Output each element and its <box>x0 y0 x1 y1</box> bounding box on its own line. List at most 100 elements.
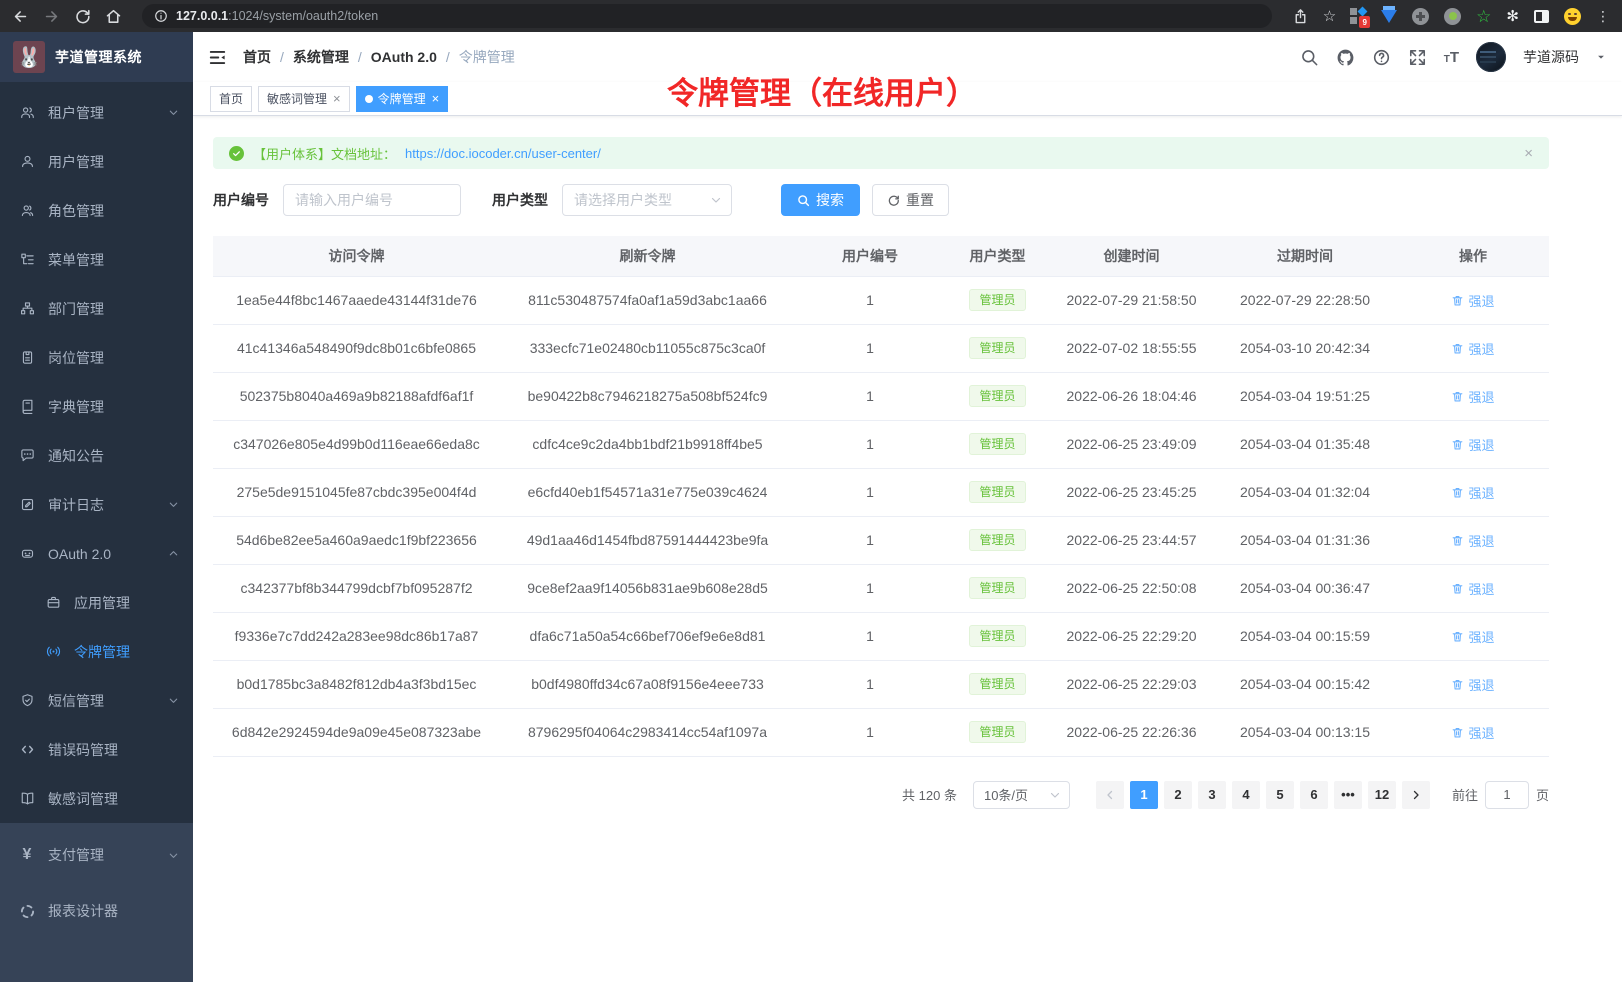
page-size-select[interactable]: 10条/页 <box>973 781 1070 809</box>
user-avatar[interactable] <box>1476 42 1506 72</box>
sidebar-item-user[interactable]: 用户管理 <box>0 137 193 186</box>
doc-link[interactable]: https://doc.iocoder.cn/user-center/ <box>405 146 601 161</box>
tab-close-icon[interactable]: × <box>432 92 440 105</box>
sidebar-item-errcode[interactable]: 错误码管理 <box>0 725 193 774</box>
force-logout-button[interactable]: 强退 <box>1451 579 1494 598</box>
browser-home-icon[interactable] <box>105 8 122 25</box>
help-icon[interactable] <box>1372 48 1391 67</box>
notice-icon <box>19 448 35 463</box>
more-pages-button[interactable]: ••• <box>1334 781 1362 809</box>
page-button-4[interactable]: 4 <box>1232 781 1260 809</box>
profile-avatar-icon[interactable] <box>1564 8 1581 25</box>
cell-actions: 强退 <box>1397 708 1549 756</box>
sidebar-item-menu[interactable]: 菜单管理 <box>0 235 193 284</box>
force-logout-button[interactable]: 强退 <box>1451 627 1494 646</box>
tab-sensitive-word[interactable]: 敏感词管理× <box>258 86 350 112</box>
search-button[interactable]: 搜索 <box>781 184 860 216</box>
alert-close-icon[interactable]: × <box>1524 146 1533 161</box>
page-button-2[interactable]: 2 <box>1164 781 1192 809</box>
chevron-down-icon <box>168 695 179 706</box>
page-button-3[interactable]: 3 <box>1198 781 1226 809</box>
force-logout-button[interactable]: 强退 <box>1451 483 1494 502</box>
breadcrumb-item-1[interactable]: 系统管理 <box>293 47 349 67</box>
user-type-badge: 管理员 <box>969 673 1025 695</box>
cell-actions: 强退 <box>1397 564 1549 612</box>
sidebar-item-oauth-token[interactable]: 令牌管理 <box>0 627 193 676</box>
sidebar-collapse-icon[interactable] <box>208 48 227 67</box>
app-logo[interactable]: 🐰 芋道管理系统 <box>0 32 193 82</box>
user-type-select[interactable]: 请选择用户类型 <box>562 184 732 216</box>
chevron-up-icon <box>168 548 179 559</box>
bookmark-star-icon[interactable]: ☆ <box>1323 9 1336 24</box>
tab-token[interactable]: 令牌管理× <box>356 86 449 112</box>
extension-badge: 9 <box>1359 16 1370 28</box>
rabbit-logo-icon: 🐰 <box>13 41 45 73</box>
force-logout-button[interactable]: 强退 <box>1451 387 1494 406</box>
gem-extension-icon[interactable] <box>1381 10 1397 23</box>
fullscreen-icon[interactable] <box>1408 48 1427 67</box>
search-form: 用户编号 用户类型 请选择用户类型 搜索 重置 <box>213 184 1549 216</box>
share-icon[interactable] <box>1292 8 1309 25</box>
sidebar-item-label: 令牌管理 <box>74 642 179 662</box>
sidebar-item-role[interactable]: 角色管理 <box>0 186 193 235</box>
page-button-1[interactable]: 1 <box>1130 781 1158 809</box>
force-logout-button[interactable]: 强退 <box>1451 435 1494 454</box>
column-header-1: 刷新令牌 <box>500 236 795 276</box>
force-logout-button[interactable]: 强退 <box>1451 531 1494 550</box>
browser-reload-icon[interactable] <box>74 8 91 25</box>
sidebar-item-notice[interactable]: 通知公告 <box>0 431 193 480</box>
cell-access-token: 275e5de9151045fe87cbdc395e004f4d <box>213 468 500 516</box>
chevron-down-icon[interactable] <box>1596 52 1606 62</box>
tab-close-icon[interactable]: × <box>333 92 341 105</box>
green-star-extension-icon[interactable]: ☆ <box>1476 8 1491 25</box>
column-header-3: 用户类型 <box>945 236 1050 276</box>
user-name[interactable]: 芋道源码 <box>1523 47 1579 67</box>
sidebar-item-report[interactable]: 报表设计器 <box>0 883 193 939</box>
github-icon[interactable] <box>1336 48 1355 67</box>
breadcrumb-item-2[interactable]: OAuth 2.0 <box>371 49 437 65</box>
pinwheel-extension-icon[interactable]: ✻ <box>1506 9 1519 24</box>
recorder-extension-icon[interactable] <box>1444 8 1461 25</box>
prev-page-button[interactable] <box>1096 781 1124 809</box>
page-button-6[interactable]: 6 <box>1300 781 1328 809</box>
sidebar-item-tenant[interactable]: 租户管理 <box>0 88 193 137</box>
tab-home[interactable]: 首页 <box>210 86 252 112</box>
font-size-icon[interactable]: TT <box>1444 50 1459 65</box>
reset-button[interactable]: 重置 <box>872 184 949 216</box>
sidebar-item-sensitive[interactable]: 敏感词管理 <box>0 774 193 823</box>
force-logout-button[interactable]: 强退 <box>1451 291 1494 310</box>
sidebar-item-oauth-app[interactable]: 应用管理 <box>0 578 193 627</box>
force-logout-button[interactable]: 强退 <box>1451 723 1494 742</box>
sidebar-item-pay[interactable]: ¥支付管理 <box>0 827 193 883</box>
next-page-button[interactable] <box>1402 781 1430 809</box>
sidepanel-icon[interactable] <box>1534 10 1549 23</box>
breadcrumb-item-0[interactable]: 首页 <box>243 47 271 67</box>
force-logout-button[interactable]: 强退 <box>1451 339 1494 358</box>
sidebar-item-dict[interactable]: 字典管理 <box>0 382 193 431</box>
cell-created-time: 2022-07-29 21:58:50 <box>1050 276 1213 324</box>
force-logout-button[interactable]: 强退 <box>1451 675 1494 694</box>
extension-grid-icon[interactable]: 9 <box>1350 8 1366 24</box>
address-bar[interactable]: 127.0.0.1:1024/system/oauth2/token <box>142 4 1272 28</box>
command-extension-icon[interactable] <box>1412 8 1429 25</box>
sidebar-item-audit[interactable]: 审计日志 <box>0 480 193 529</box>
browser-back-icon[interactable] <box>12 8 29 25</box>
goto-input[interactable] <box>1485 781 1529 809</box>
sidebar-item-dept[interactable]: 部门管理 <box>0 284 193 333</box>
user-id-input[interactable] <box>283 184 461 216</box>
force-logout-label: 强退 <box>1468 723 1494 742</box>
cell-access-token: 6d842e2924594de9a09e45e087323abe <box>213 708 500 756</box>
page-button-12[interactable]: 12 <box>1368 781 1396 809</box>
search-icon[interactable] <box>1300 48 1319 67</box>
sidebar-item-sms[interactable]: 短信管理 <box>0 676 193 725</box>
sidebar-item-oauth[interactable]: OAuth 2.0 <box>0 529 193 578</box>
sidebar-item-label: 用户管理 <box>48 152 179 172</box>
site-info-icon[interactable] <box>154 9 168 23</box>
cell-refresh-token: b0df4980ffd34c67a08f9156e4eee733 <box>500 660 795 708</box>
trash-icon <box>1451 630 1464 643</box>
user-type-badge: 管理员 <box>969 481 1025 503</box>
page-button-5[interactable]: 5 <box>1266 781 1294 809</box>
browser-forward-icon[interactable] <box>43 8 60 25</box>
sidebar-item-post[interactable]: 岗位管理 <box>0 333 193 382</box>
browser-menu-icon[interactable]: ⋮ <box>1596 8 1610 25</box>
